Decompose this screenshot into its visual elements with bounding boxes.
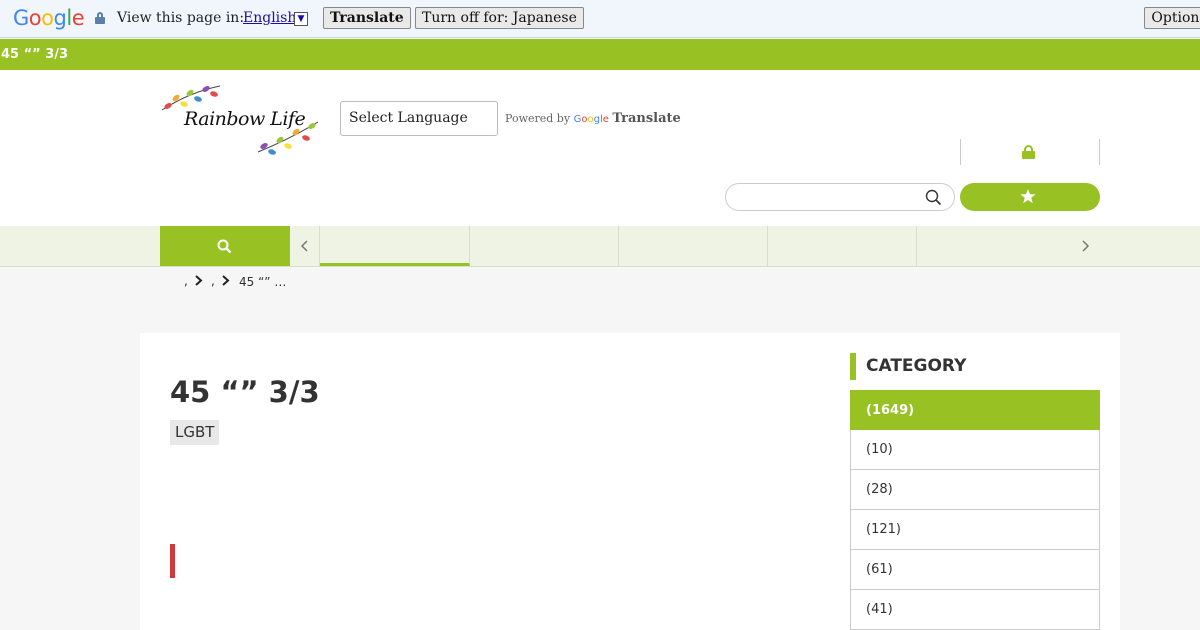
quote-bar bbox=[170, 544, 175, 578]
category-item[interactable]: (61) bbox=[850, 550, 1100, 590]
main-nav bbox=[0, 226, 1200, 267]
star-icon bbox=[1020, 189, 1036, 204]
breadcrumb-item-home[interactable]: , bbox=[184, 274, 188, 288]
chevron-down-icon[interactable]: ▼ bbox=[294, 12, 308, 26]
nav-prev-button[interactable] bbox=[290, 226, 320, 266]
translate-prompt: View this page in: bbox=[117, 10, 245, 26]
category-item[interactable]: (1649) bbox=[850, 390, 1100, 430]
google-translate-bar: Google View this page in: English ▼ Tran… bbox=[0, 0, 1200, 38]
login-link[interactable] bbox=[960, 139, 1100, 165]
nav-next-button[interactable] bbox=[1070, 226, 1100, 266]
powered-by-google-translate[interactable]: Powered by Google Translate bbox=[505, 111, 681, 126]
category-heading: CATEGORY bbox=[850, 353, 966, 380]
nav-search-button[interactable] bbox=[160, 226, 290, 266]
category-list: (1649) (10) (28) (121) (61) (41) bbox=[850, 390, 1100, 630]
chevron-right-icon bbox=[1082, 240, 1090, 252]
breadcrumb-item-category[interactable]: , bbox=[211, 274, 215, 288]
turn-off-button[interactable]: Turn off for: Japanese bbox=[415, 7, 584, 29]
page-title-strip: 45 “” 3/3 bbox=[0, 39, 1200, 70]
google-wordmark: Google bbox=[573, 114, 609, 125]
search-icon[interactable] bbox=[925, 189, 942, 206]
site-header: Rainbow Life Select Language Powered by … bbox=[0, 70, 1200, 226]
category-item[interactable]: (121) bbox=[850, 510, 1100, 550]
search-icon bbox=[217, 239, 232, 254]
nav-item-2[interactable] bbox=[470, 226, 619, 266]
language-link[interactable]: English bbox=[243, 10, 296, 26]
chevron-right-icon bbox=[222, 275, 230, 286]
google-logo: Google bbox=[13, 6, 85, 30]
category-item[interactable]: (41) bbox=[850, 590, 1100, 630]
category-item[interactable]: (28) bbox=[850, 470, 1100, 510]
category-item[interactable]: (10) bbox=[850, 430, 1100, 470]
favorites-button[interactable] bbox=[960, 183, 1100, 211]
nav-item-3[interactable] bbox=[619, 226, 768, 266]
lock-icon bbox=[1022, 145, 1035, 159]
breadcrumb-current: 45 “” … bbox=[239, 275, 287, 289]
options-button[interactable]: Options bbox=[1144, 7, 1200, 29]
chevron-right-icon bbox=[195, 275, 203, 286]
chevron-left-icon bbox=[300, 240, 308, 252]
nav-item-4[interactable] bbox=[768, 226, 917, 266]
translate-wordmark: Translate bbox=[612, 111, 681, 126]
main-content: 45 “” 3/3 LGBT CATEGORY (1649) (10) (28)… bbox=[140, 333, 1120, 630]
post-tag[interactable]: LGBT bbox=[170, 420, 220, 445]
language-select[interactable]: Select Language bbox=[340, 101, 498, 136]
logo-text: Rainbow Life bbox=[184, 108, 306, 130]
nav-item-1[interactable] bbox=[320, 226, 470, 266]
post-title: 45 “” 3/3 bbox=[170, 375, 320, 409]
powered-by-label: Powered by bbox=[505, 112, 571, 125]
site-logo[interactable]: Rainbow Life bbox=[160, 84, 320, 156]
lock-icon bbox=[95, 12, 105, 24]
search-input[interactable] bbox=[725, 183, 955, 211]
translate-button[interactable]: Translate bbox=[323, 7, 411, 29]
